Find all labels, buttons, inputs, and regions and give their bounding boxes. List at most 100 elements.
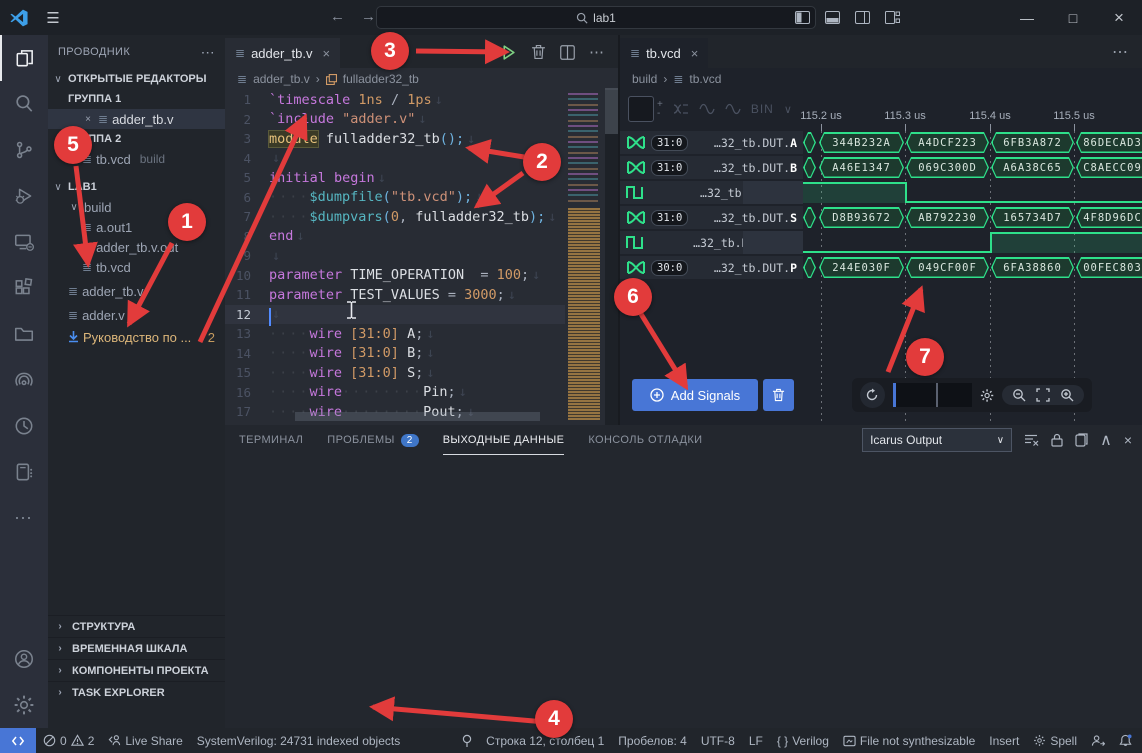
panel-tab-терминал[interactable]: ТЕРМИНАЛ: [239, 425, 303, 455]
explorer-item-adder-tb.v[interactable]: ≣adder_tb.v: [48, 281, 225, 301]
window-minimize-button[interactable]: —: [1004, 0, 1050, 35]
zoom-minus[interactable]: -: [657, 109, 663, 118]
section-временная-шкала[interactable]: ›ВРЕМЕННАЯ ШКАЛА: [48, 637, 225, 659]
code-line-5[interactable]: 5initial begin↓: [225, 168, 565, 188]
insert-mode[interactable]: Insert: [982, 734, 1026, 748]
output-channel-select[interactable]: Icarus Output ∨: [862, 428, 1012, 452]
window-close-button[interactable]: ×: [1096, 0, 1142, 35]
code-line-12[interactable]: 12↓: [225, 305, 565, 325]
encoding-status[interactable]: UTF-8: [694, 734, 742, 748]
code-line-14[interactable]: 14····wire [31:0] B;↓: [225, 344, 565, 364]
command-search-input[interactable]: lab1: [376, 6, 816, 29]
signal-p[interactable]: 30:0…32_tb.DUT.P: [620, 256, 803, 279]
nav-forward-icon[interactable]: →: [361, 8, 376, 25]
code-line-6[interactable]: 6····$dumpfile("tb.vcd");↓: [225, 188, 565, 208]
clear-output-icon[interactable]: [1024, 433, 1039, 447]
analog-wave2-icon[interactable]: [725, 103, 741, 115]
spell-status[interactable]: Spell: [1026, 734, 1084, 748]
activity-extensions-icon[interactable]: [0, 265, 48, 311]
code-line-7[interactable]: 7····$dumpvars(0, fulladder32_tb);↓: [225, 207, 565, 227]
signal-a[interactable]: 31:0…32_tb.DUT.A: [620, 131, 803, 154]
wave-breadcrumb[interactable]: build › ≣ tb.vcd: [620, 68, 1142, 90]
explorer-item-adder-tb.v.out[interactable]: ≣adder_tb.v.out: [48, 237, 225, 257]
zoom-out-icon[interactable]: [1012, 388, 1026, 402]
section-task-explorer[interactable]: ›TASK EXPLORER: [48, 681, 225, 703]
activity-project-folder-icon[interactable]: [0, 311, 48, 357]
customize-layout-icon[interactable]: [877, 0, 907, 35]
code-line-16[interactable]: 16····wire········Pin;↓: [225, 383, 565, 403]
activity-timeline-history-icon[interactable]: [0, 403, 48, 449]
section-компоненты-проекта[interactable]: ›КОМПОНЕНТЫ ПРОЕКТА: [48, 659, 225, 681]
radix-chevron-icon[interactable]: ∨: [784, 103, 792, 116]
signal-s[interactable]: 31:0…32_tb.DUT.S: [620, 206, 803, 229]
zoom-in-icon[interactable]: [1060, 388, 1074, 402]
indentation-status[interactable]: Пробелов: 4: [611, 734, 694, 748]
wave-row-s[interactable]: D8B93672AB792230165734D74F8D96DC: [803, 206, 1142, 229]
eol-status[interactable]: LF: [742, 734, 770, 748]
section-lab1[interactable]: ∨LAB1: [48, 177, 225, 197]
tab-tb-vcd[interactable]: ≣ tb.vcd ×: [620, 38, 708, 68]
tab-close-icon[interactable]: ×: [691, 46, 699, 61]
panel-close-icon[interactable]: ×: [1124, 432, 1132, 448]
synthesizable-status[interactable]: File not synthesizable: [836, 734, 982, 748]
add-signals-button[interactable]: Add Signals: [632, 379, 758, 411]
language-mode[interactable]: { }Verilog: [770, 734, 836, 748]
code-line-15[interactable]: 15····wire [31:0] S;↓: [225, 363, 565, 383]
gear-icon[interactable]: [980, 388, 994, 403]
activity-explorer-icon[interactable]: [0, 35, 48, 81]
editor-breadcrumb[interactable]: ≣ adder_tb.v › fulladder32_tb: [225, 68, 620, 90]
zoom-fit-icon[interactable]: [1036, 388, 1050, 402]
minimap[interactable]: [565, 90, 605, 425]
window-maximize-button[interactable]: □: [1050, 0, 1096, 35]
sidebar-more-icon[interactable]: ⋯: [201, 44, 215, 61]
code-line-9[interactable]: 9↓: [225, 246, 565, 266]
panel-tab-выходные-данные[interactable]: ВЫХОДНЫЕ ДАННЫЕ: [443, 425, 565, 455]
notifications-bell-icon[interactable]: [1112, 734, 1142, 748]
menu-icon[interactable]: ☰: [38, 0, 68, 35]
code-line-2[interactable]: 2`include "adder.v"↓: [225, 110, 565, 130]
editor-vscrollbar[interactable]: [605, 88, 618, 134]
reload-icon[interactable]: [860, 382, 885, 408]
editor-hscrollbar[interactable]: [295, 412, 540, 421]
section-открытые-редакторы[interactable]: ∨ОТКРЫТЫЕ РЕДАКТОРЫ: [48, 69, 225, 89]
nav-back-icon[interactable]: ←: [330, 8, 345, 25]
wave-row-b[interactable]: A46E1347069C300DA6A38C65C8AECC09: [803, 156, 1142, 179]
move-panel-icon[interactable]: [1075, 433, 1088, 447]
explorer-item-руководство-по-...[interactable]: Руководство по ...2: [48, 327, 225, 347]
trash-icon[interactable]: [531, 44, 546, 60]
code-line-8[interactable]: 8end↓: [225, 227, 565, 247]
problems-status[interactable]: 0 2: [36, 734, 101, 748]
indexer-status[interactable]: SystemVerilog: 24731 indexed objects: [190, 734, 407, 748]
live-share-button[interactable]: Live Share: [101, 734, 189, 748]
explorer-item-tb.vcd[interactable]: ≣tb.vcd: [48, 257, 225, 277]
remote-indicator[interactable]: [0, 728, 36, 753]
feedback-icon[interactable]: [1084, 734, 1112, 747]
code-editor[interactable]: 1`timescale 1ns / 1ps↓2`include "adder.v…: [225, 90, 565, 425]
wave-more-icon[interactable]: ⋯: [1112, 42, 1128, 62]
remove-signals-button[interactable]: [763, 379, 794, 411]
code-line-13[interactable]: 13····wire [31:0] A;↓: [225, 324, 565, 344]
activity-settings-gear-icon[interactable]: [0, 682, 48, 728]
panel-maximize-icon[interactable]: ∧: [1100, 430, 1112, 450]
explorer-item-adder.v[interactable]: ≣adder.v: [48, 305, 225, 325]
code-line-10[interactable]: 10parameter TIME_OPERATION = 100;↓: [225, 266, 565, 286]
tab-adder-tb[interactable]: ≣ adder_tb.v ×: [225, 38, 340, 68]
split-editor-icon[interactable]: [560, 45, 575, 60]
lock-icon[interactable]: [1051, 433, 1063, 447]
wave-row-p[interactable]: 244E030F049CF00F6FA3886000FEC803: [803, 256, 1142, 279]
radix-select[interactable]: BIN: [751, 102, 774, 116]
tab-close-icon[interactable]: ×: [323, 46, 331, 61]
activity-notebook-icon[interactable]: [0, 449, 48, 495]
wave-row-a[interactable]: 344B232AA4DCF2236FB3A87286DECAD3: [803, 131, 1142, 154]
panel-tab-проблемы[interactable]: ПРОБЛЕМЫ2: [327, 425, 418, 455]
activity-account-icon[interactable]: [0, 636, 48, 682]
toggle-secondary-sidebar-icon[interactable]: [847, 0, 877, 35]
symbol-icon[interactable]: [455, 734, 479, 748]
code-line-1[interactable]: 1`timescale 1ns / 1ps↓: [225, 90, 565, 110]
section-структура[interactable]: ›СТРУКТУРА: [48, 615, 225, 637]
wave-row-pin[interactable]: [803, 181, 1142, 204]
wave-row-pout[interactable]: [803, 231, 1142, 254]
close-icon[interactable]: ×: [82, 114, 94, 125]
activity-more-ellipsis-icon[interactable]: ⋯: [0, 495, 48, 541]
activity-remote-explorer-icon[interactable]: [0, 219, 48, 265]
